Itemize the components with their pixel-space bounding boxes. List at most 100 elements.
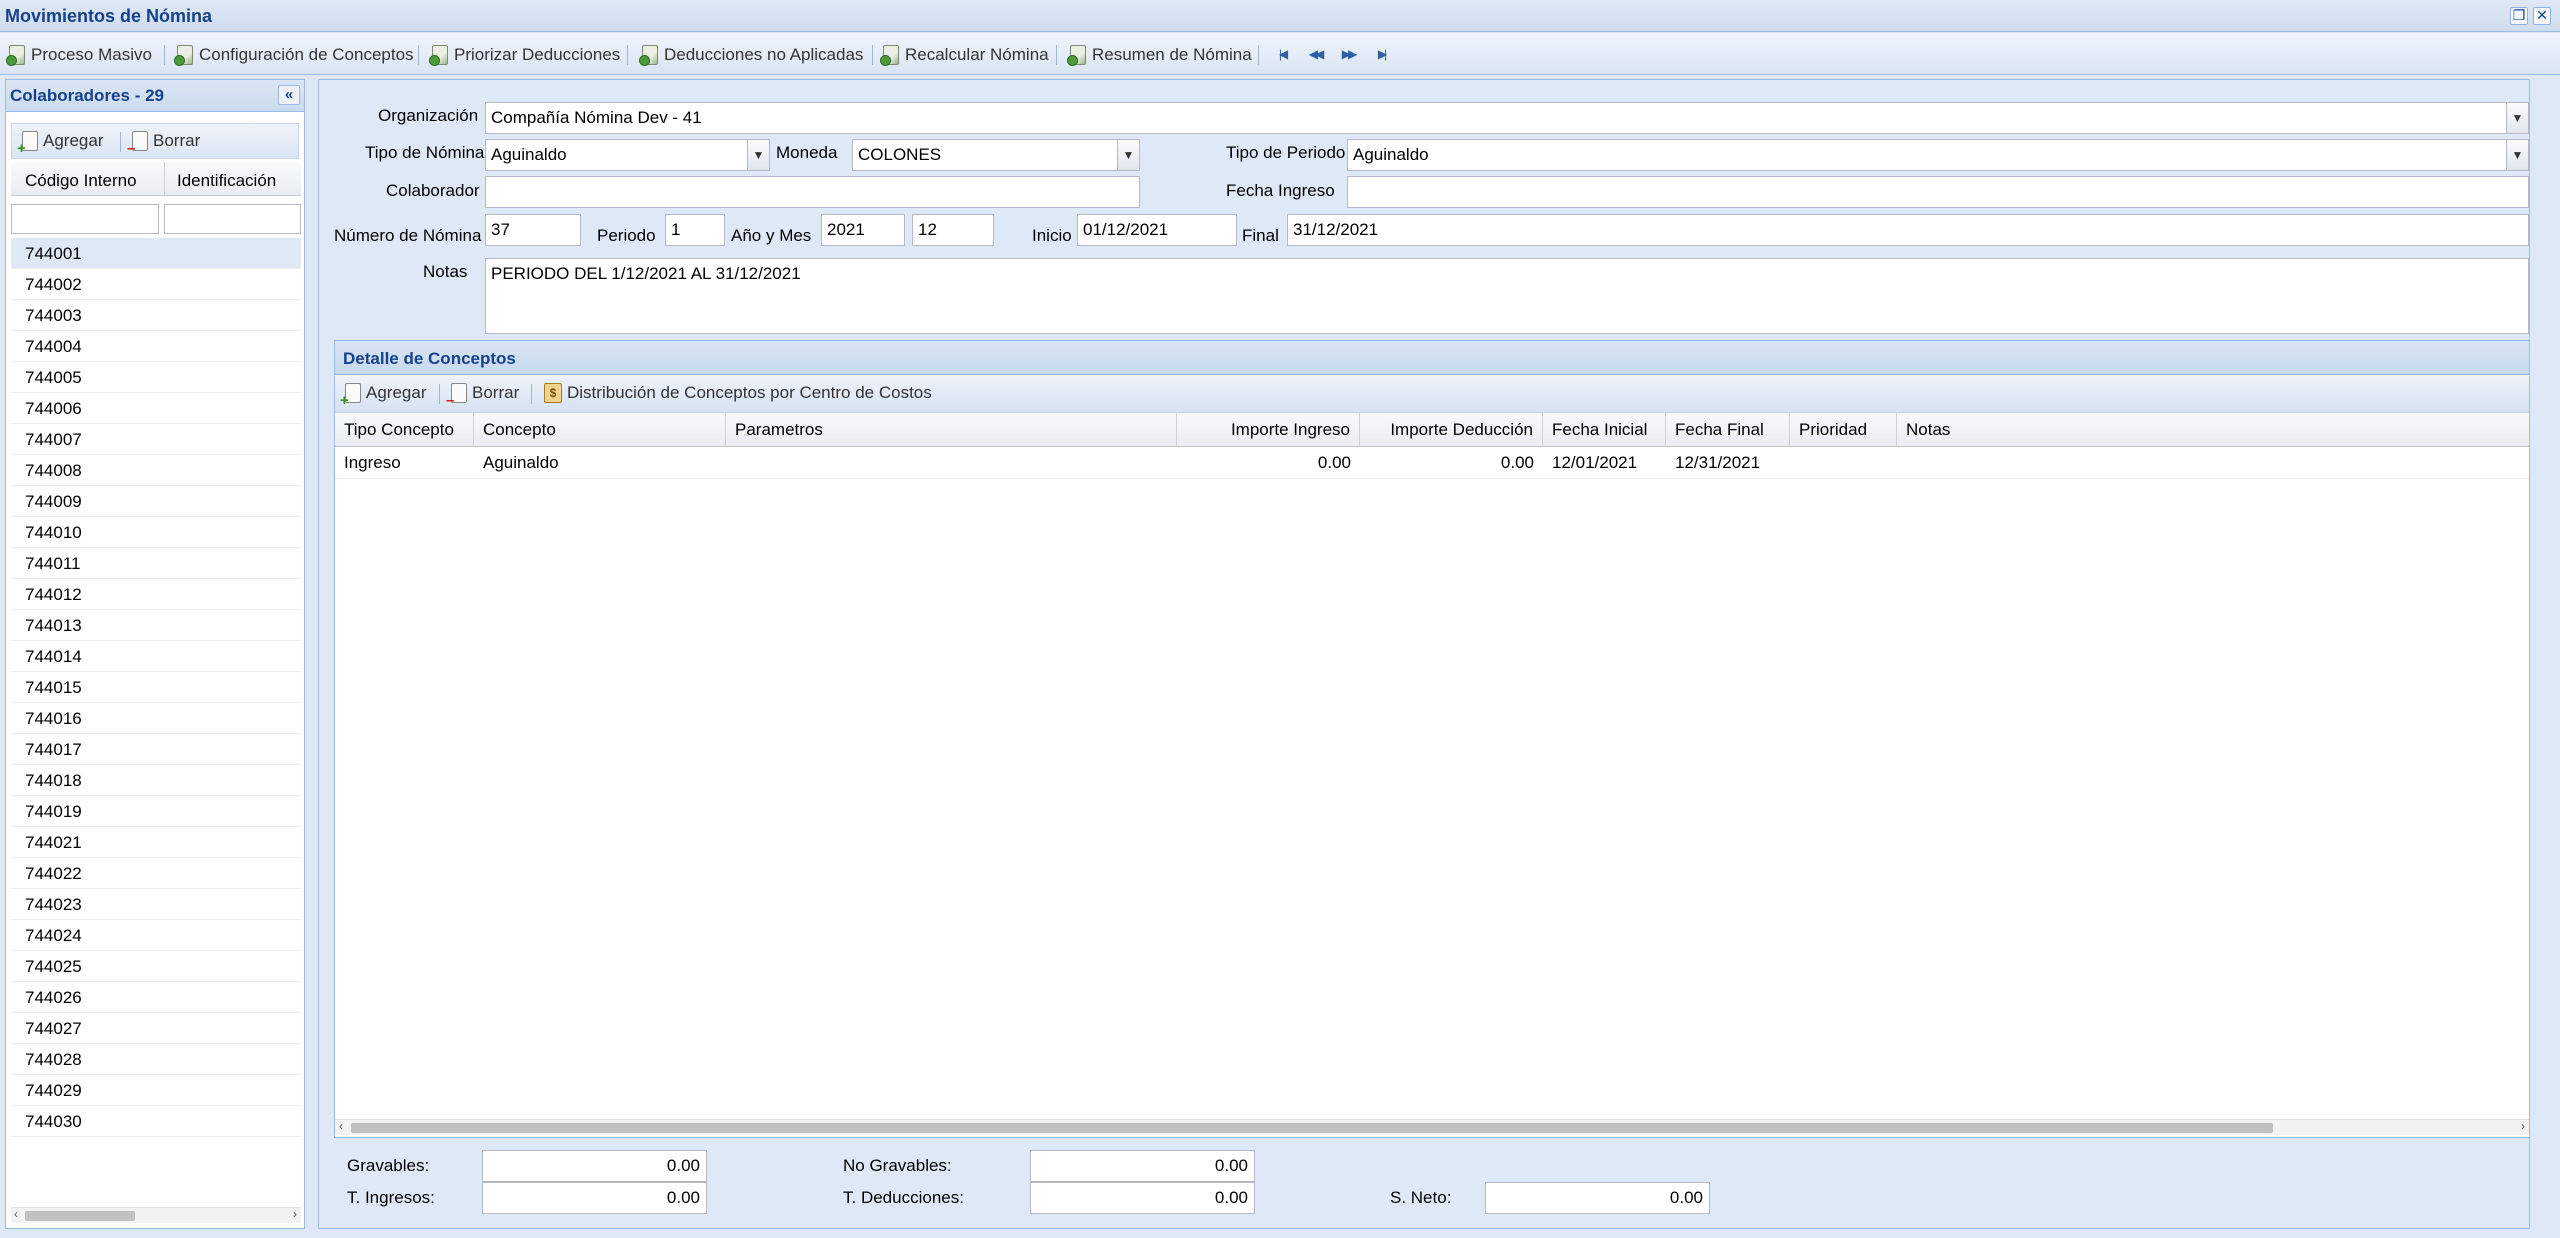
document-icon (429, 45, 448, 66)
no-gravables-value: 0.00 (1214, 1156, 1248, 1175)
column-header-codigo[interactable]: Código Interno (25, 171, 137, 191)
first-record-icon[interactable]: |◀ (1271, 45, 1293, 63)
scroll-thumb[interactable] (351, 1123, 2273, 1133)
delete-concepto-button[interactable]: Borrar (446, 383, 519, 409)
detalle-conceptos-header: Detalle de Conceptos (335, 341, 2529, 375)
list-item[interactable]: 744026 (11, 982, 301, 1013)
list-item[interactable]: 744003 (11, 300, 301, 331)
next-record-icon[interactable]: ▶▶ (1337, 45, 1359, 63)
list-item[interactable]: 744017 (11, 734, 301, 765)
list-item[interactable]: 744007 (11, 424, 301, 455)
list-item[interactable]: 744008 (11, 455, 301, 486)
scroll-right-icon[interactable]: › (2521, 1119, 2525, 1133)
column-header-identificacion[interactable]: Identificación (177, 171, 276, 191)
previous-record-icon[interactable]: ◀◀ (1304, 45, 1326, 63)
recalcular-nomina-button[interactable]: Recalcular Nómina (880, 43, 1049, 67)
detalle-conceptos-title: Detalle de Conceptos (343, 349, 516, 368)
collaborators-hscrollbar[interactable]: ‹ › (11, 1207, 301, 1223)
tipo-nomina-combo[interactable]: Aguinaldo ▼ (485, 139, 770, 171)
column-header-importe-deduccion[interactable]: Importe Deducción (1360, 413, 1543, 447)
list-item[interactable]: 744011 (11, 548, 301, 579)
last-record-icon[interactable]: ▶| (1370, 45, 1392, 63)
list-item[interactable]: 744019 (11, 796, 301, 827)
list-item[interactable]: 744004 (11, 331, 301, 362)
add-concepto-label: Agregar (366, 383, 427, 402)
numero-nomina-input[interactable]: 37 (485, 214, 581, 246)
list-item[interactable]: 744005 (11, 362, 301, 393)
scroll-left-icon[interactable]: ‹ (14, 1207, 18, 1221)
deducciones-no-aplicadas-button[interactable]: Deducciones no Aplicadas (639, 43, 863, 67)
column-header-concepto[interactable]: Concepto (474, 413, 726, 447)
anio-input[interactable]: 2021 (821, 214, 905, 246)
column-header-fecha-inicial[interactable]: Fecha Inicial (1543, 413, 1666, 447)
moneda-combo[interactable]: COLONES ▼ (852, 139, 1140, 171)
detalle-conceptos-hscrollbar[interactable]: ‹ › (335, 1119, 2529, 1135)
column-header-tipo-concepto[interactable]: Tipo Concepto (335, 413, 474, 447)
list-item[interactable]: 744001 (11, 238, 301, 269)
list-item[interactable]: 744009 (11, 486, 301, 517)
list-item[interactable]: 744010 (11, 517, 301, 548)
scroll-thumb[interactable] (25, 1211, 135, 1221)
moneda-label: Moneda (776, 143, 838, 162)
list-item[interactable]: 744024 (11, 920, 301, 951)
add-concepto-button[interactable]: Agregar (340, 383, 427, 409)
restore-window-icon[interactable]: ❐ (2510, 7, 2528, 25)
list-item[interactable]: 744013 (11, 610, 301, 641)
gravables-value: 0.00 (666, 1156, 700, 1175)
resumen-nomina-button[interactable]: Resumen de Nómina (1067, 43, 1252, 67)
list-item[interactable]: 744021 (11, 827, 301, 858)
tipo-periodo-combo[interactable]: Aguinaldo ▼ (1347, 139, 2529, 171)
periodo-value: 1 (671, 220, 681, 239)
list-item[interactable]: 744025 (11, 951, 301, 982)
list-item[interactable]: 744027 (11, 1013, 301, 1044)
table-row[interactable]: Ingreso Aguinaldo 0.00 0.00 12/01/2021 1… (335, 447, 2529, 479)
list-item[interactable]: 744016 (11, 703, 301, 734)
list-item[interactable]: 744006 (11, 393, 301, 424)
add-collaborator-button[interactable]: Agregar (17, 131, 103, 157)
collapse-panel-icon[interactable]: « (278, 85, 300, 105)
column-header-prioridad[interactable]: Prioridad (1790, 413, 1897, 447)
mes-input[interactable]: 12 (912, 214, 994, 246)
column-header-notas[interactable]: Notas (1897, 413, 2529, 447)
final-input[interactable]: 31/12/2021 (1287, 214, 2529, 246)
config-conceptos-button[interactable]: Configuración de Conceptos (174, 43, 414, 67)
column-header-fecha-final[interactable]: Fecha Final (1666, 413, 1790, 447)
organizacion-combo[interactable]: Compañía Nómina Dev - 41 ▼ (485, 102, 2529, 134)
list-item[interactable]: 744018 (11, 765, 301, 796)
chevron-down-icon[interactable]: ▼ (2506, 103, 2528, 133)
detalle-conceptos-toolbar: Agregar Borrar $ Distribución de Concept… (335, 375, 2529, 413)
inicio-input[interactable]: 01/12/2021 (1077, 214, 1237, 246)
collaborators-title: Colaboradores - 29 (10, 86, 164, 105)
proceso-masivo-button[interactable]: Proceso Masivo (6, 43, 152, 67)
periodo-input[interactable]: 1 (665, 214, 725, 246)
identificacion-filter-input[interactable] (164, 204, 301, 234)
priorizar-deducciones-button[interactable]: Priorizar Deducciones (429, 43, 620, 67)
list-item[interactable]: 744022 (11, 858, 301, 889)
colaborador-input[interactable] (485, 176, 1140, 208)
list-item[interactable]: 744023 (11, 889, 301, 920)
notas-textarea[interactable]: PERIODO DEL 1/12/2021 AL 31/12/2021 (485, 258, 2529, 334)
scroll-left-icon[interactable]: ‹ (339, 1119, 343, 1133)
list-item[interactable]: 744029 (11, 1075, 301, 1106)
list-item[interactable]: 744030 (11, 1106, 301, 1137)
list-item[interactable]: 744014 (11, 641, 301, 672)
list-item[interactable]: 744015 (11, 672, 301, 703)
list-item[interactable]: 744002 (11, 269, 301, 300)
fecha-ingreso-input[interactable] (1347, 176, 2529, 208)
final-label: Final (1242, 226, 1279, 245)
delete-collaborator-button[interactable]: Borrar (127, 131, 200, 157)
list-item[interactable]: 744028 (11, 1044, 301, 1075)
scroll-right-icon[interactable]: › (293, 1207, 297, 1221)
chevron-down-icon[interactable]: ▼ (2506, 140, 2528, 170)
distribucion-centro-costos-button[interactable]: $ Distribución de Conceptos por Centro d… (544, 383, 932, 403)
column-header-importe-ingreso[interactable]: Importe Ingreso (1177, 413, 1360, 447)
s-neto-label: S. Neto: (1390, 1188, 1452, 1207)
list-item[interactable]: 744012 (11, 579, 301, 610)
close-window-icon[interactable]: ✕ (2533, 7, 2551, 25)
detalle-conceptos-grid-header: Tipo Concepto Concepto Parametros Import… (335, 413, 2529, 447)
chevron-down-icon[interactable]: ▼ (1117, 140, 1139, 170)
codigo-interno-cell: 744017 (25, 740, 82, 759)
chevron-down-icon[interactable]: ▼ (747, 140, 769, 170)
codigo-filter-input[interactable] (11, 204, 159, 234)
column-header-parametros[interactable]: Parametros (726, 413, 1177, 447)
